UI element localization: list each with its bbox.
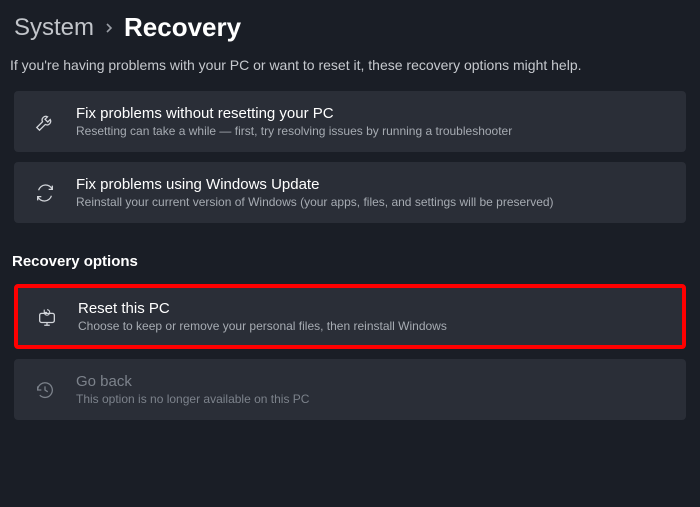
card-windows-update[interactable]: Fix problems using Windows Update Reinst… <box>14 162 686 223</box>
breadcrumb-parent[interactable]: System <box>14 14 94 42</box>
chevron-right-icon <box>104 21 114 36</box>
reset-pc-icon <box>34 306 60 328</box>
card-desc: Resetting can take a while — first, try … <box>76 124 668 138</box>
wrench-icon <box>32 111 58 133</box>
card-desc: This option is no longer available on th… <box>76 392 668 406</box>
intro-text: If you're having problems with your PC o… <box>0 49 700 91</box>
history-icon <box>32 379 58 401</box>
card-fix-problems[interactable]: Fix problems without resetting your PC R… <box>14 91 686 152</box>
card-desc: Reinstall your current version of Window… <box>76 195 668 209</box>
card-title: Fix problems using Windows Update <box>76 176 668 193</box>
page-title: Recovery <box>124 12 241 43</box>
breadcrumb: System Recovery <box>0 0 700 49</box>
section-title: Recovery options <box>0 233 700 280</box>
card-title: Reset this PC <box>78 300 666 317</box>
sync-icon <box>32 182 58 204</box>
card-go-back: Go back This option is no longer availab… <box>14 359 686 420</box>
card-desc: Choose to keep or remove your personal f… <box>78 319 666 333</box>
card-title: Fix problems without resetting your PC <box>76 105 668 122</box>
card-reset-pc[interactable]: Reset this PC Choose to keep or remove y… <box>14 284 686 349</box>
card-title: Go back <box>76 373 668 390</box>
